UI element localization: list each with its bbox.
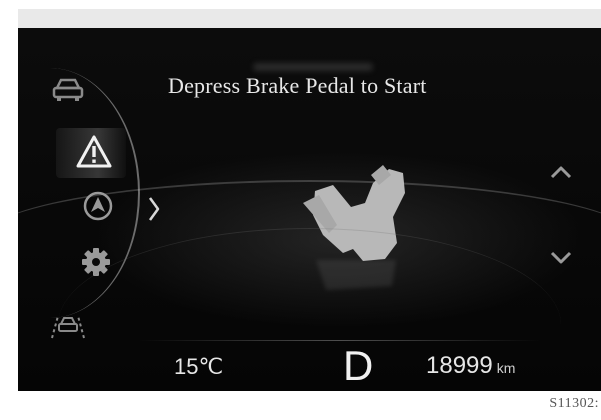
outside-temperature: 15℃	[174, 354, 223, 380]
driver-assist-icon[interactable]	[48, 304, 88, 344]
blurred-text	[253, 63, 373, 71]
navigation-icon[interactable]	[78, 186, 118, 226]
warning-icon[interactable]	[74, 132, 114, 172]
status-bar: 15℃ D 18999 km	[18, 340, 601, 391]
vehicle-reflection	[296, 256, 416, 296]
menu-sidebar	[18, 28, 140, 391]
odometer-value: 18999	[426, 352, 493, 379]
car-icon[interactable]	[48, 70, 88, 110]
temperature-value: 15	[174, 354, 199, 379]
image-reference-code: S11302:	[549, 396, 599, 411]
gear-indicator: D	[343, 342, 374, 389]
scroll-up-icon[interactable]	[546, 164, 576, 180]
menu-pointer-icon	[148, 196, 160, 222]
odometer-unit: km	[496, 360, 516, 376]
odometer: 18999 km	[426, 352, 515, 380]
status-message: Depress Brake Pedal to Start	[168, 73, 427, 98]
scroll-down-icon[interactable]	[546, 250, 576, 266]
vehicle-door-status-icon	[293, 163, 423, 268]
temperature-unit: ℃	[198, 354, 224, 379]
instrument-cluster-display: Depress Brake Pedal to Start 15℃ D 18999…	[18, 28, 601, 391]
settings-icon[interactable]	[76, 242, 116, 282]
